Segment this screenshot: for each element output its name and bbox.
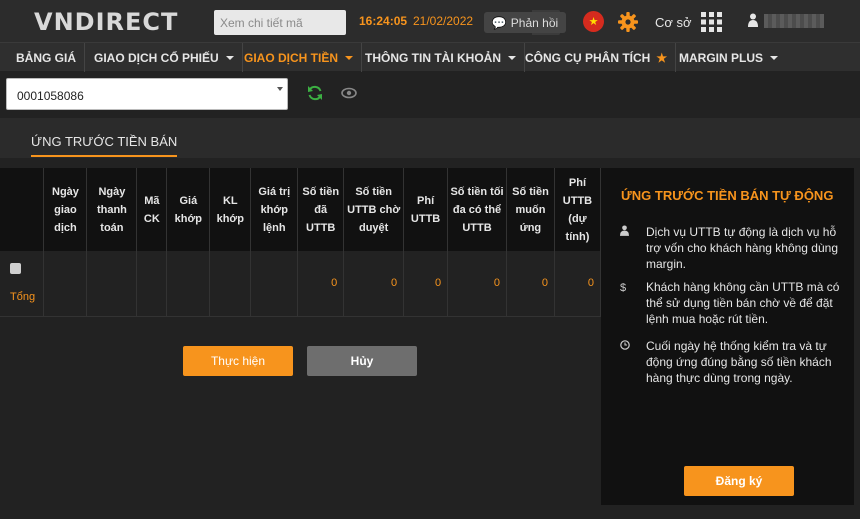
panel-info-item: $ Khách hàng không cần UTTB mà có thể sử… bbox=[620, 279, 842, 327]
dollar-icon: $ bbox=[620, 282, 627, 294]
nav-label: MARGIN PLUS bbox=[679, 50, 763, 65]
feedback-label: Phản hồi bbox=[510, 15, 559, 30]
stock-search bbox=[214, 10, 560, 35]
brand-logo[interactable]: VNDIRECT bbox=[34, 8, 178, 36]
execute-button[interactable]: Thực hiện bbox=[183, 346, 293, 376]
table-cell bbox=[209, 251, 252, 317]
account-select-value: 0001058086 bbox=[17, 89, 84, 103]
table-cell bbox=[250, 251, 299, 317]
tab-ung-truoc-tien-ban[interactable]: ỨNG TRƯỚC TIỀN BÁN bbox=[31, 134, 178, 157]
col-header-select bbox=[0, 168, 45, 251]
chevron-down-icon bbox=[345, 55, 354, 60]
col-header-symbol: Mã CK bbox=[136, 168, 168, 251]
total-est-fee: 0 bbox=[554, 251, 602, 317]
col-header-fee: Phí UTTB bbox=[403, 168, 449, 251]
nav-cong-cu-phan-tich[interactable]: CÔNG CỤ PHÂN TÍCH ★ bbox=[517, 43, 677, 72]
nav-label: CÔNG CỤ PHÂN TÍCH bbox=[525, 50, 651, 65]
user-icon bbox=[620, 225, 632, 241]
total-max-amount: 0 bbox=[447, 251, 507, 317]
col-header-settle-date: Ngày thanh toán bbox=[86, 168, 138, 251]
col-header-advanced-amount: Số tiền đã UTTB bbox=[297, 168, 345, 251]
table-cell bbox=[136, 251, 168, 317]
col-header-max-amount: Số tiền tối đa có thể UTTB bbox=[447, 168, 507, 251]
refresh-icon[interactable] bbox=[307, 85, 323, 106]
panel-info-item: Dịch vụ UTTB tự động là dịch vụ hỗ trợ v… bbox=[620, 224, 842, 272]
clock-date: 21/02/2022 bbox=[413, 14, 474, 28]
col-header-match-value: Giá trị khớp lệnh bbox=[250, 168, 299, 251]
username-redacted bbox=[764, 14, 824, 28]
table-cell bbox=[43, 251, 88, 317]
col-header-est-fee: Phí UTTB (dự tính) bbox=[554, 168, 602, 251]
cancel-button[interactable]: Hủy bbox=[307, 346, 417, 376]
gear-icon[interactable] bbox=[617, 11, 639, 38]
total-pending-amount: 0 bbox=[343, 251, 405, 317]
nav-label: GIAO DỊCH TIỀN bbox=[244, 50, 339, 65]
advance-table: Ngày giao dịch Ngày thanh toán Mã CK Giá… bbox=[0, 168, 602, 317]
toggle-visibility-eye-icon[interactable] bbox=[341, 86, 357, 104]
clock-time: 16:24:05 bbox=[359, 14, 408, 28]
col-header-match-price: Giá khớp bbox=[166, 168, 211, 251]
main-nav: BẢNG GIÁ GIAO DỊCH CỔ PHIẾU GIAO DỊCH TI… bbox=[0, 42, 860, 72]
col-header-match-volume: KL khớp bbox=[209, 168, 252, 251]
table-row-total: Tổng 0 0 0 0 0 0 bbox=[0, 251, 602, 317]
panel-title: ỨNG TRƯỚC TIỀN BÁN TỰ ĐỘNG bbox=[621, 188, 834, 203]
total-cell: Tổng bbox=[0, 251, 45, 317]
nav-thong-tin-tai-khoan[interactable]: THÔNG TIN TÀI KHOẢN bbox=[357, 43, 525, 72]
total-fee: 0 bbox=[403, 251, 449, 317]
nav-giao-dich-tien[interactable]: GIAO DỊCH TIỀN bbox=[236, 43, 363, 72]
user-icon[interactable] bbox=[748, 13, 758, 32]
total-advanced-amount: 0 bbox=[297, 251, 345, 317]
nav-bang-gia[interactable]: BẢNG GIÁ bbox=[8, 43, 85, 72]
panel-info-text: Dịch vụ UTTB tự động là dịch vụ hỗ trợ v… bbox=[646, 225, 839, 271]
nav-margin-plus[interactable]: MARGIN PLUS bbox=[671, 43, 786, 72]
col-header-request-amount: Số tiền muốn ứng bbox=[506, 168, 555, 251]
feedback-button[interactable]: 💬 Phản hồi bbox=[484, 12, 566, 33]
chevron-down-icon bbox=[508, 55, 516, 60]
chevron-down-icon bbox=[225, 55, 234, 60]
account-mode-label[interactable]: Cơ sở bbox=[655, 15, 692, 30]
register-button[interactable]: Đăng ký bbox=[684, 466, 794, 496]
vietnam-flag-icon[interactable]: ★ bbox=[583, 11, 604, 32]
table-cell bbox=[86, 251, 138, 317]
clock-icon bbox=[620, 339, 632, 355]
auto-advance-panel: ỨNG TRƯỚC TIỀN BÁN TỰ ĐỘNG Dịch vụ UTTB … bbox=[601, 168, 854, 505]
nav-label: GIAO DỊCH CỔ PHIẾU bbox=[94, 50, 219, 65]
stock-search-input[interactable] bbox=[214, 10, 316, 35]
select-all-checkbox[interactable] bbox=[10, 263, 21, 275]
nav-label: BẢNG GIÁ bbox=[16, 50, 76, 65]
col-header-pending-amount: Số tiền UTTB chờ duyệt bbox=[343, 168, 405, 251]
table-cell bbox=[166, 251, 211, 317]
star-icon: ★ bbox=[656, 50, 668, 65]
dropdown-caret-icon bbox=[277, 87, 283, 91]
total-label: Tổng bbox=[10, 291, 36, 304]
panel-info-text: Cuối ngày hệ thống kiểm tra và tự động ứ… bbox=[646, 339, 832, 385]
top-bar: VNDIRECT 16:24:05 21/02/2022 💬 Phản hồi … bbox=[0, 0, 860, 42]
nav-giao-dich-co-phieu[interactable]: GIAO DỊCH CỔ PHIẾU bbox=[86, 43, 243, 72]
chevron-down-icon bbox=[770, 55, 778, 60]
apps-grid-icon[interactable] bbox=[701, 12, 723, 37]
panel-info-item: Cuối ngày hệ thống kiểm tra và tự động ứ… bbox=[620, 338, 842, 386]
chat-icon: 💬 bbox=[491, 15, 507, 30]
panel-info-text: Khách hàng không cần UTTB mà có thể sử d… bbox=[646, 280, 840, 326]
total-request-amount: 0 bbox=[506, 251, 555, 317]
col-header-trade-date: Ngày giao dịch bbox=[43, 168, 88, 251]
account-select[interactable]: 0001058086 bbox=[6, 78, 288, 110]
nav-label: THÔNG TIN TÀI KHOẢN bbox=[365, 50, 501, 65]
table-header-row: Ngày giao dịch Ngày thanh toán Mã CK Giá… bbox=[0, 168, 602, 251]
